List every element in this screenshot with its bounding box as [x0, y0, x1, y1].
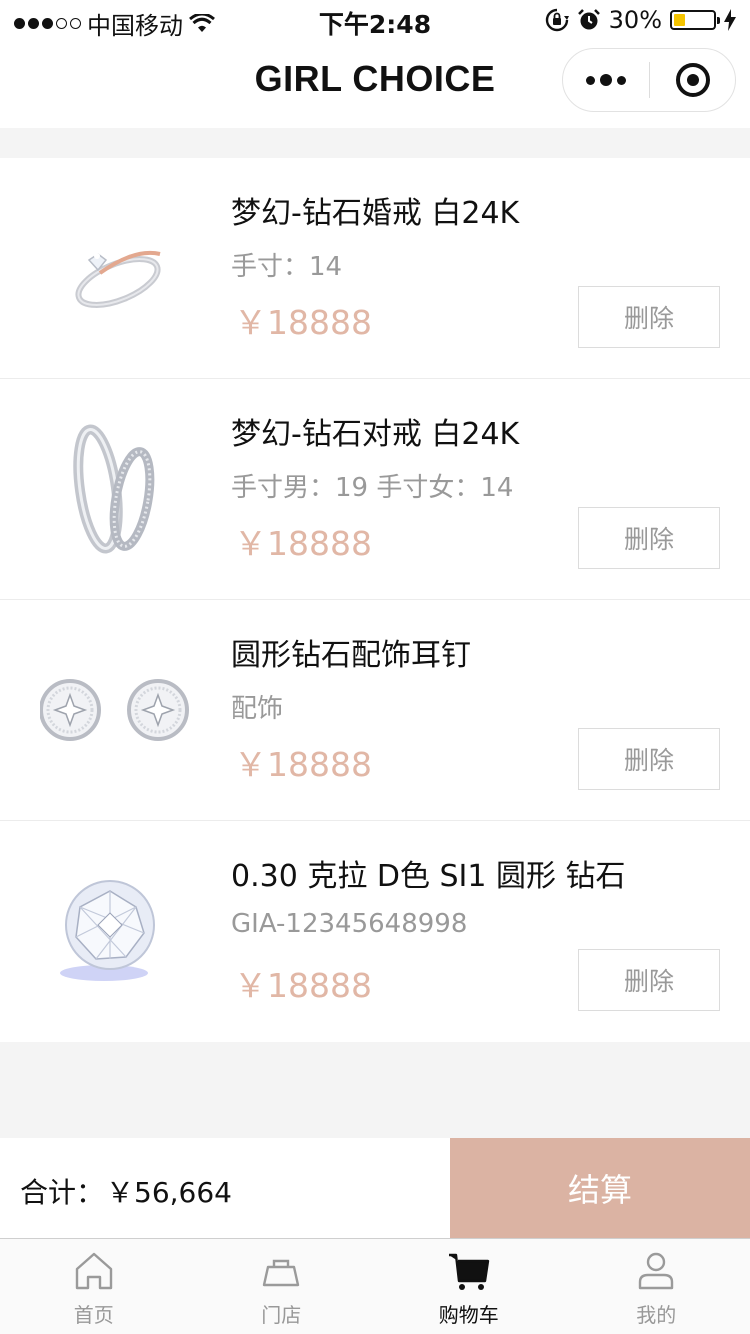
product-image	[40, 419, 190, 559]
product-image	[40, 861, 190, 1001]
rotation-lock-icon	[545, 8, 569, 32]
nav-bar: GIRL CHOICE	[0, 40, 750, 128]
diamond-icon	[60, 880, 155, 981]
product-spec: 配饰	[231, 694, 284, 724]
user-icon	[639, 1252, 674, 1290]
status-bar: 中国移动 下午2:48 30%	[0, 0, 750, 40]
tab-label: 首页	[73, 1303, 114, 1327]
more-button[interactable]	[563, 49, 649, 111]
cart-list: 梦幻-钻石婚戒 白24K 手寸：14 ￥18888 删除 梦幻-钻石对戒 白24…	[0, 158, 750, 1042]
product-image	[40, 198, 190, 338]
status-right: 30%	[545, 6, 736, 34]
cart-item[interactable]: 0.30 克拉 D色 SI1 圆形 钻石 GIA-12345648998 ￥18…	[0, 821, 750, 1042]
cart-item[interactable]: 梦幻-钻石婚戒 白24K 手寸：14 ￥18888 删除	[0, 158, 750, 379]
product-price: ￥18888	[234, 303, 372, 342]
product-spec: 手寸男：19 手寸女：14	[231, 473, 514, 503]
total-amount: ￥56,664	[106, 1176, 232, 1209]
product-price: ￥18888	[234, 524, 372, 563]
delete-button[interactable]: 删除	[578, 507, 720, 569]
product-title: 0.30 克拉 D色 SI1 圆形 钻石	[231, 859, 626, 894]
product-price: ￥18888	[234, 966, 372, 1005]
mini-program-capsule	[562, 48, 736, 112]
cart-item[interactable]: 圆形钻石配饰耳钉 配饰 ￥18888 删除	[0, 600, 750, 821]
store-icon	[263, 1259, 300, 1287]
total-label: 合计：	[20, 1176, 105, 1209]
tab-label: 我的	[636, 1303, 677, 1327]
battery-level	[674, 14, 686, 26]
product-spec: 手寸：14	[231, 252, 343, 282]
product-title: 梦幻-钻石婚戒 白24K	[231, 196, 520, 231]
tab-bar: 首页 门店 购物车 我的	[0, 1238, 750, 1334]
tab-cart[interactable]: 购物车	[375, 1239, 563, 1334]
couple-rings-icon	[73, 424, 155, 554]
battery-percent: 30%	[608, 6, 662, 34]
home-icon	[75, 1252, 112, 1290]
product-title: 梦幻-钻石对戒 白24K	[231, 417, 520, 452]
battery-icon	[670, 10, 720, 30]
earrings-icon	[40, 679, 189, 741]
cart-item[interactable]: 梦幻-钻石对戒 白24K 手寸男：19 手寸女：14 ￥18888 删除	[0, 379, 750, 600]
delete-button[interactable]: 删除	[578, 728, 720, 790]
product-title: 圆形钻石配饰耳钉	[231, 638, 471, 673]
target-icon	[675, 63, 710, 97]
delete-button[interactable]: 删除	[578, 949, 720, 1011]
product-image	[40, 640, 190, 780]
charging-icon	[724, 9, 736, 31]
delete-button[interactable]: 删除	[578, 286, 720, 348]
alarm-icon	[577, 9, 600, 30]
product-price: ￥18888	[234, 745, 372, 784]
tab-store[interactable]: 门店	[188, 1239, 376, 1334]
close-mini-program-button[interactable]	[650, 49, 735, 111]
ring-icon	[75, 250, 161, 308]
cart-icon	[448, 1253, 489, 1290]
checkout-bar: 合计： ￥56,664 结算	[0, 1138, 750, 1238]
tab-label: 购物车	[438, 1303, 499, 1327]
product-spec: GIA-12345648998	[231, 909, 468, 939]
checkout-button[interactable]: 结算	[450, 1138, 750, 1238]
tab-profile[interactable]: 我的	[563, 1239, 750, 1334]
tab-label: 门店	[261, 1303, 302, 1327]
tab-home[interactable]: 首页	[0, 1239, 188, 1334]
